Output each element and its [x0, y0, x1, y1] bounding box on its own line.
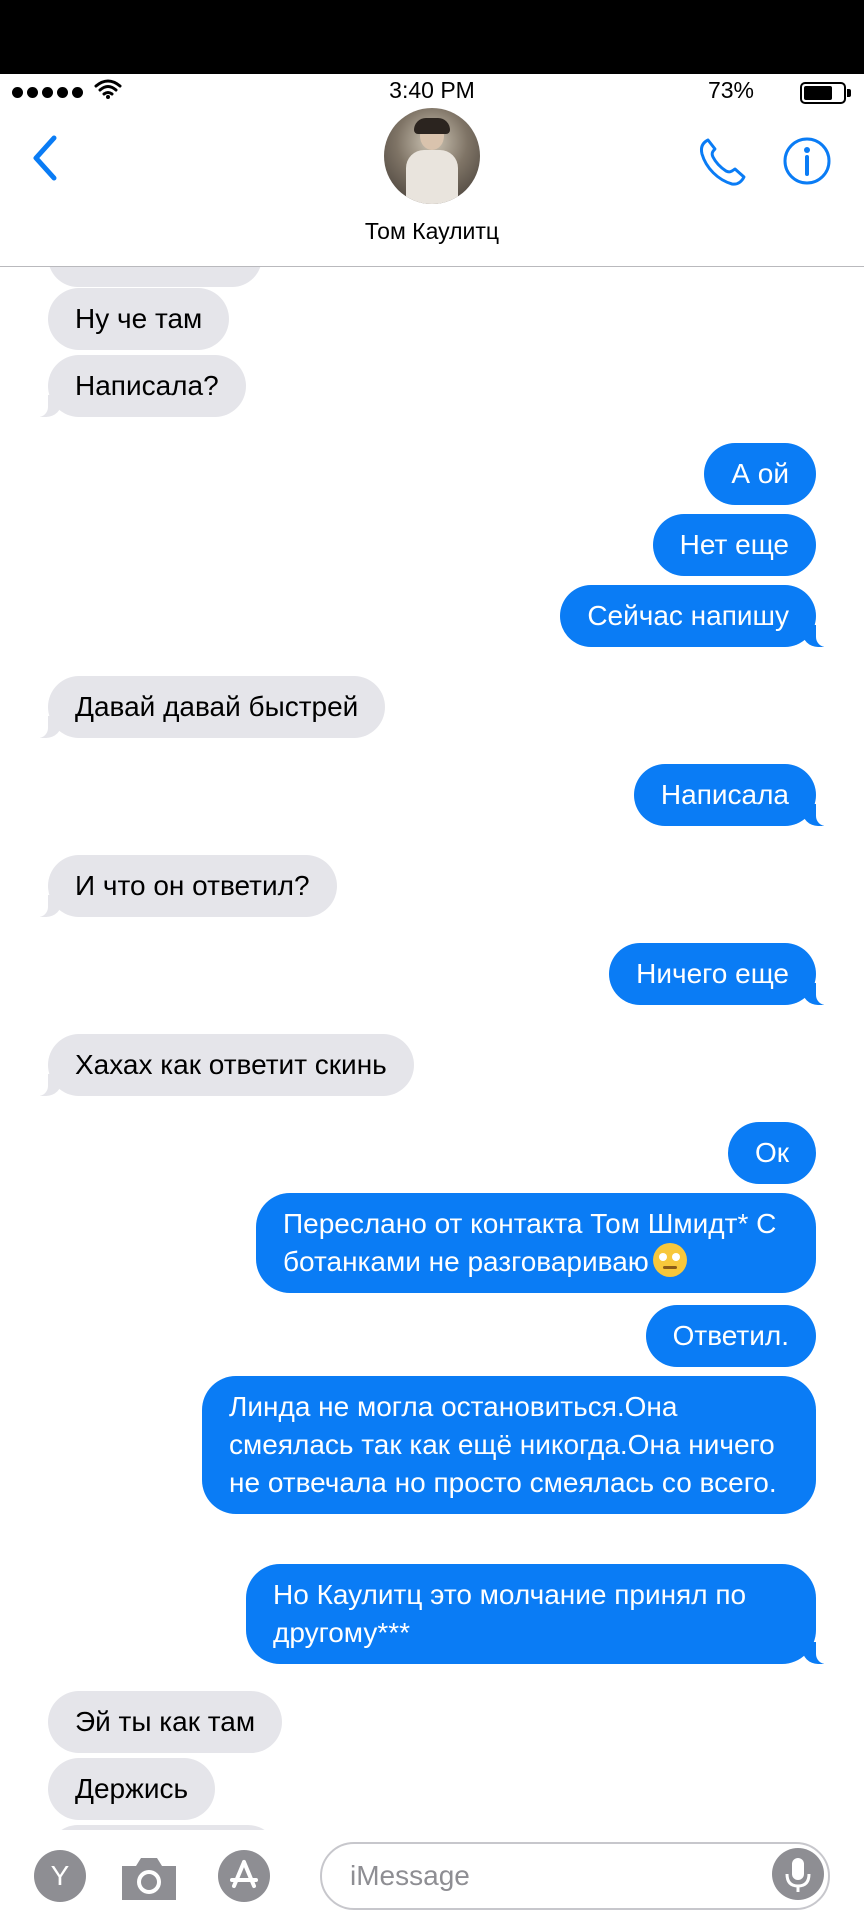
- message-text: Переслано от контакта Том Шмидт* С ботан…: [283, 1208, 777, 1277]
- message-text: Ответил.: [672, 1320, 789, 1351]
- message-bubble-incoming: Эй ты как там: [48, 1691, 283, 1753]
- message-text: Но Каулитц это молчание принял по другом…: [273, 1579, 747, 1648]
- message-bubble-outgoing: Но Каулитц это молчание принял по другом…: [246, 1564, 830, 1664]
- message-bubble-incoming: Хахах как ответит скинь: [34, 1034, 414, 1096]
- emoji-eye-roll-icon: [652, 1243, 687, 1277]
- message-bubble-incoming: Ну че там: [48, 288, 230, 350]
- message-text: Ну че там: [75, 303, 203, 334]
- imessage-placeholder: iMessage: [350, 1860, 470, 1891]
- message-text: Держись: [75, 1773, 189, 1804]
- message-thread[interactable]: Ну че там Написала? А ой Нет еще Сейчас …: [0, 267, 864, 1830]
- message-text: Эй ты как там: [75, 1706, 256, 1737]
- phone-icon[interactable]: [696, 136, 748, 188]
- message-bubble-incoming-cutoff: [48, 267, 262, 287]
- camera-icon[interactable]: [118, 1854, 180, 1904]
- message-text: Нет еще: [679, 529, 789, 560]
- message-bubble-outgoing: Ничего еще: [609, 943, 830, 1005]
- composer-bar: Y iMessage: [0, 1830, 864, 1920]
- message-bubble-outgoing: Написала: [633, 764, 831, 826]
- app-store-icon[interactable]: [218, 1850, 270, 1902]
- message-text: Сейчас напишу: [587, 600, 789, 631]
- message-text: А ой: [731, 458, 789, 489]
- message-bubble-outgoing: Сейчас напишу: [560, 585, 830, 647]
- message-text: Написала?: [75, 370, 219, 401]
- back-chevron-icon[interactable]: [28, 134, 62, 182]
- imessage-input[interactable]: iMessage: [320, 1842, 830, 1910]
- message-text: Давай давай быстрей: [75, 691, 359, 722]
- message-text: И что он ответил?: [75, 870, 310, 901]
- message-text: Написала: [660, 779, 789, 810]
- app-button-letter: Y: [50, 1860, 70, 1891]
- message-bubble-outgoing: Ок: [727, 1122, 816, 1184]
- message-bubble-outgoing: Переслано от контакта Том Шмидт* С ботан…: [256, 1193, 816, 1293]
- message-bubble-outgoing: Нет еще: [652, 514, 816, 576]
- message-text: Ок: [754, 1137, 789, 1168]
- message-text: Линда не могла остановиться.Она смеялась…: [229, 1391, 777, 1498]
- info-icon[interactable]: [782, 136, 832, 186]
- message-text: Ничего еще: [636, 958, 789, 989]
- contact-avatar[interactable]: [384, 108, 480, 204]
- message-bubble-incoming: Написала?: [34, 355, 246, 417]
- message-bubble-outgoing: Линда не могла остановиться.Она смеялась…: [202, 1376, 816, 1514]
- message-bubble-incoming: Давай давай быстрей: [33, 676, 386, 738]
- contact-name[interactable]: Том Каулитц: [0, 218, 864, 245]
- message-bubble-outgoing: Ответил.: [645, 1305, 816, 1367]
- message-bubble-incoming: И что он ответил?: [34, 855, 337, 917]
- top-black-band: [0, 0, 864, 74]
- app-store-glyph-icon: [230, 1860, 258, 1888]
- message-text: Хахах как ответит скинь: [75, 1049, 387, 1080]
- message-bubble-outgoing: А ой: [704, 443, 816, 505]
- message-bubble-incoming: Держись: [48, 1758, 216, 1820]
- microphone-icon[interactable]: [772, 1848, 824, 1900]
- app-button-y[interactable]: Y: [34, 1850, 86, 1902]
